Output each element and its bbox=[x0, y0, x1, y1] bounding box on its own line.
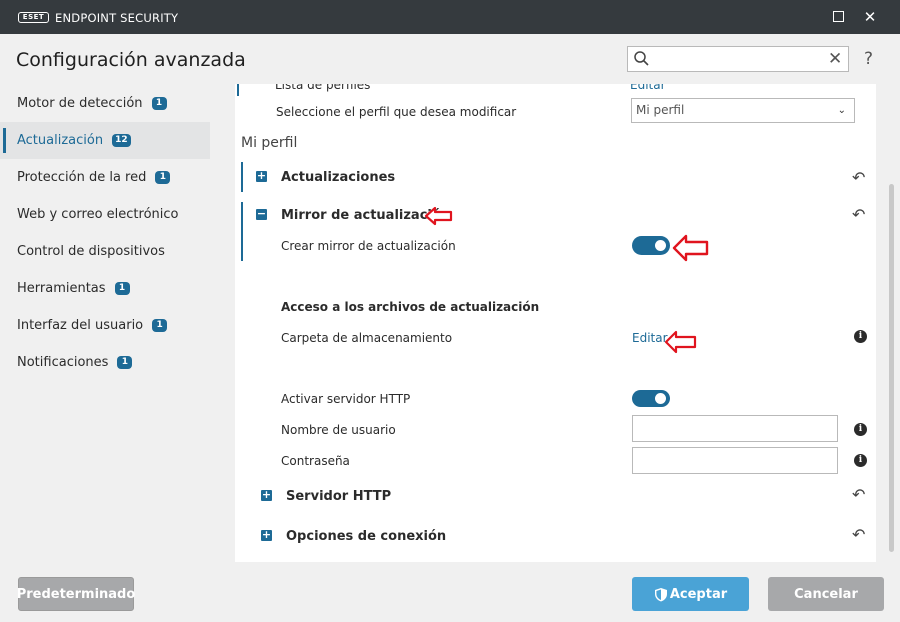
count-badge: 1 bbox=[117, 356, 133, 369]
http-server-toggle-label: Activar servidor HTTP bbox=[281, 392, 411, 406]
profile-dropdown-value: Mi perfil bbox=[636, 103, 685, 117]
annotation-arrow-icon bbox=[672, 234, 709, 262]
expand-icon[interactable]: + bbox=[261, 489, 272, 501]
scrollbar-thumb[interactable] bbox=[889, 184, 894, 552]
maximize-icon[interactable] bbox=[829, 9, 847, 27]
default-button-label: Predeterminado bbox=[16, 586, 136, 602]
profile-list-edit-link[interactable]: Editar bbox=[630, 84, 666, 92]
reset-icon[interactable]: ↶ bbox=[852, 170, 865, 186]
cancel-button-label: Cancelar bbox=[794, 586, 858, 602]
section-updates[interactable]: Actualizaciones bbox=[281, 170, 395, 185]
page-title: Configuración avanzada bbox=[16, 49, 246, 71]
sidebar-item-label: Motor de detección bbox=[17, 96, 143, 111]
collapse-icon[interactable]: − bbox=[256, 208, 267, 220]
create-mirror-toggle[interactable] bbox=[632, 236, 670, 255]
username-field[interactable] bbox=[632, 415, 838, 442]
sidebar-item-label: Actualización bbox=[17, 133, 104, 148]
sidebar-item-label: Interfaz del usuario bbox=[17, 318, 144, 333]
eset-logo: ESET bbox=[18, 12, 49, 23]
close-icon[interactable]: ✕ bbox=[861, 9, 879, 25]
count-badge: 1 bbox=[155, 171, 171, 184]
access-heading: Acceso a los archivos de actualización bbox=[281, 300, 540, 314]
sidebar-item-detection-engine[interactable]: Motor de detección 1 bbox=[0, 85, 215, 122]
profile-list-label: Lista de perfiles bbox=[275, 84, 371, 92]
storage-folder-edit-link[interactable]: Editar bbox=[632, 331, 668, 345]
default-button[interactable]: Predeterminado bbox=[16, 577, 136, 611]
section-indicator bbox=[237, 84, 239, 96]
sidebar-item-tools[interactable]: Herramientas 1 bbox=[0, 270, 215, 307]
password-field[interactable] bbox=[632, 447, 838, 474]
sidebar-item-network-protection[interactable]: Protección de la red 1 bbox=[0, 159, 215, 196]
scrollbar[interactable] bbox=[887, 84, 895, 562]
count-badge: 1 bbox=[151, 97, 167, 110]
chevron-down-icon: ⌄ bbox=[837, 105, 846, 116]
annotation-arrow-icon bbox=[664, 330, 697, 354]
reset-icon[interactable]: ↶ bbox=[852, 207, 865, 223]
section-connection-options[interactable]: Opciones de conexión bbox=[286, 529, 446, 544]
expand-icon[interactable]: + bbox=[256, 170, 267, 182]
annotation-arrow-icon bbox=[424, 206, 453, 226]
sidebar-item-label: Control de dispositivos bbox=[17, 244, 165, 259]
search-input[interactable]: ✕ bbox=[627, 46, 849, 72]
sidebar-item-notifications[interactable]: Notificaciones 1 bbox=[0, 344, 215, 381]
sidebar-item-label: Protección de la red bbox=[17, 170, 147, 185]
count-badge: 1 bbox=[114, 282, 130, 295]
profile-dropdown[interactable]: Mi perfil ⌄ bbox=[631, 98, 855, 123]
profile-heading: Mi perfil bbox=[241, 135, 298, 151]
app-title: ENDPOINT SECURITY bbox=[55, 11, 179, 25]
sidebar-item-label: Web y correo electrónico bbox=[17, 207, 179, 222]
section-indicator bbox=[241, 202, 243, 261]
clear-search-icon[interactable]: ✕ bbox=[828, 49, 842, 69]
sidebar: Motor de detección 1 Actualización 12 Pr… bbox=[0, 85, 215, 381]
section-indicator bbox=[241, 162, 243, 192]
section-http-server[interactable]: Servidor HTTP bbox=[286, 489, 391, 504]
sidebar-item-label: Herramientas bbox=[17, 281, 106, 296]
reset-icon[interactable]: ↶ bbox=[852, 84, 865, 90]
title-bar: ESET ENDPOINT SECURITY ✕ bbox=[0, 0, 900, 34]
storage-folder-label: Carpeta de almacenamiento bbox=[281, 331, 453, 345]
http-server-toggle[interactable] bbox=[632, 390, 670, 407]
info-icon[interactable]: i bbox=[854, 454, 867, 467]
expand-icon[interactable]: + bbox=[261, 529, 272, 541]
sidebar-item-label: Notificaciones bbox=[17, 355, 109, 370]
accept-button-label: Aceptar bbox=[669, 586, 728, 602]
accept-button[interactable]: Aceptar bbox=[632, 577, 749, 611]
create-mirror-label: Crear mirror de actualización bbox=[281, 239, 456, 253]
count-badge: 12 bbox=[112, 134, 131, 147]
profile-select-label: Seleccione el perfil que desea modificar bbox=[276, 105, 517, 119]
reset-icon[interactable]: ↶ bbox=[852, 527, 865, 543]
shield-icon bbox=[654, 587, 667, 601]
password-label: Contraseña bbox=[281, 454, 350, 468]
cancel-button[interactable]: Cancelar bbox=[768, 577, 884, 611]
info-icon[interactable]: i bbox=[854, 330, 867, 343]
reset-icon[interactable]: ↶ bbox=[852, 487, 865, 503]
search-icon bbox=[634, 51, 649, 66]
info-icon[interactable]: i bbox=[854, 423, 867, 436]
count-badge: 1 bbox=[152, 319, 168, 332]
sidebar-item-user-interface[interactable]: Interfaz del usuario 1 bbox=[0, 307, 215, 344]
sidebar-item-update[interactable]: Actualización 12 bbox=[0, 122, 210, 159]
username-label: Nombre de usuario bbox=[281, 423, 396, 437]
sidebar-item-web-email[interactable]: Web y correo electrónico bbox=[0, 196, 215, 233]
sidebar-item-device-control[interactable]: Control de dispositivos bbox=[0, 233, 215, 270]
help-icon[interactable]: ? bbox=[864, 49, 873, 69]
settings-panel: Lista de perfiles Editar ↶ Seleccione el… bbox=[235, 84, 876, 562]
